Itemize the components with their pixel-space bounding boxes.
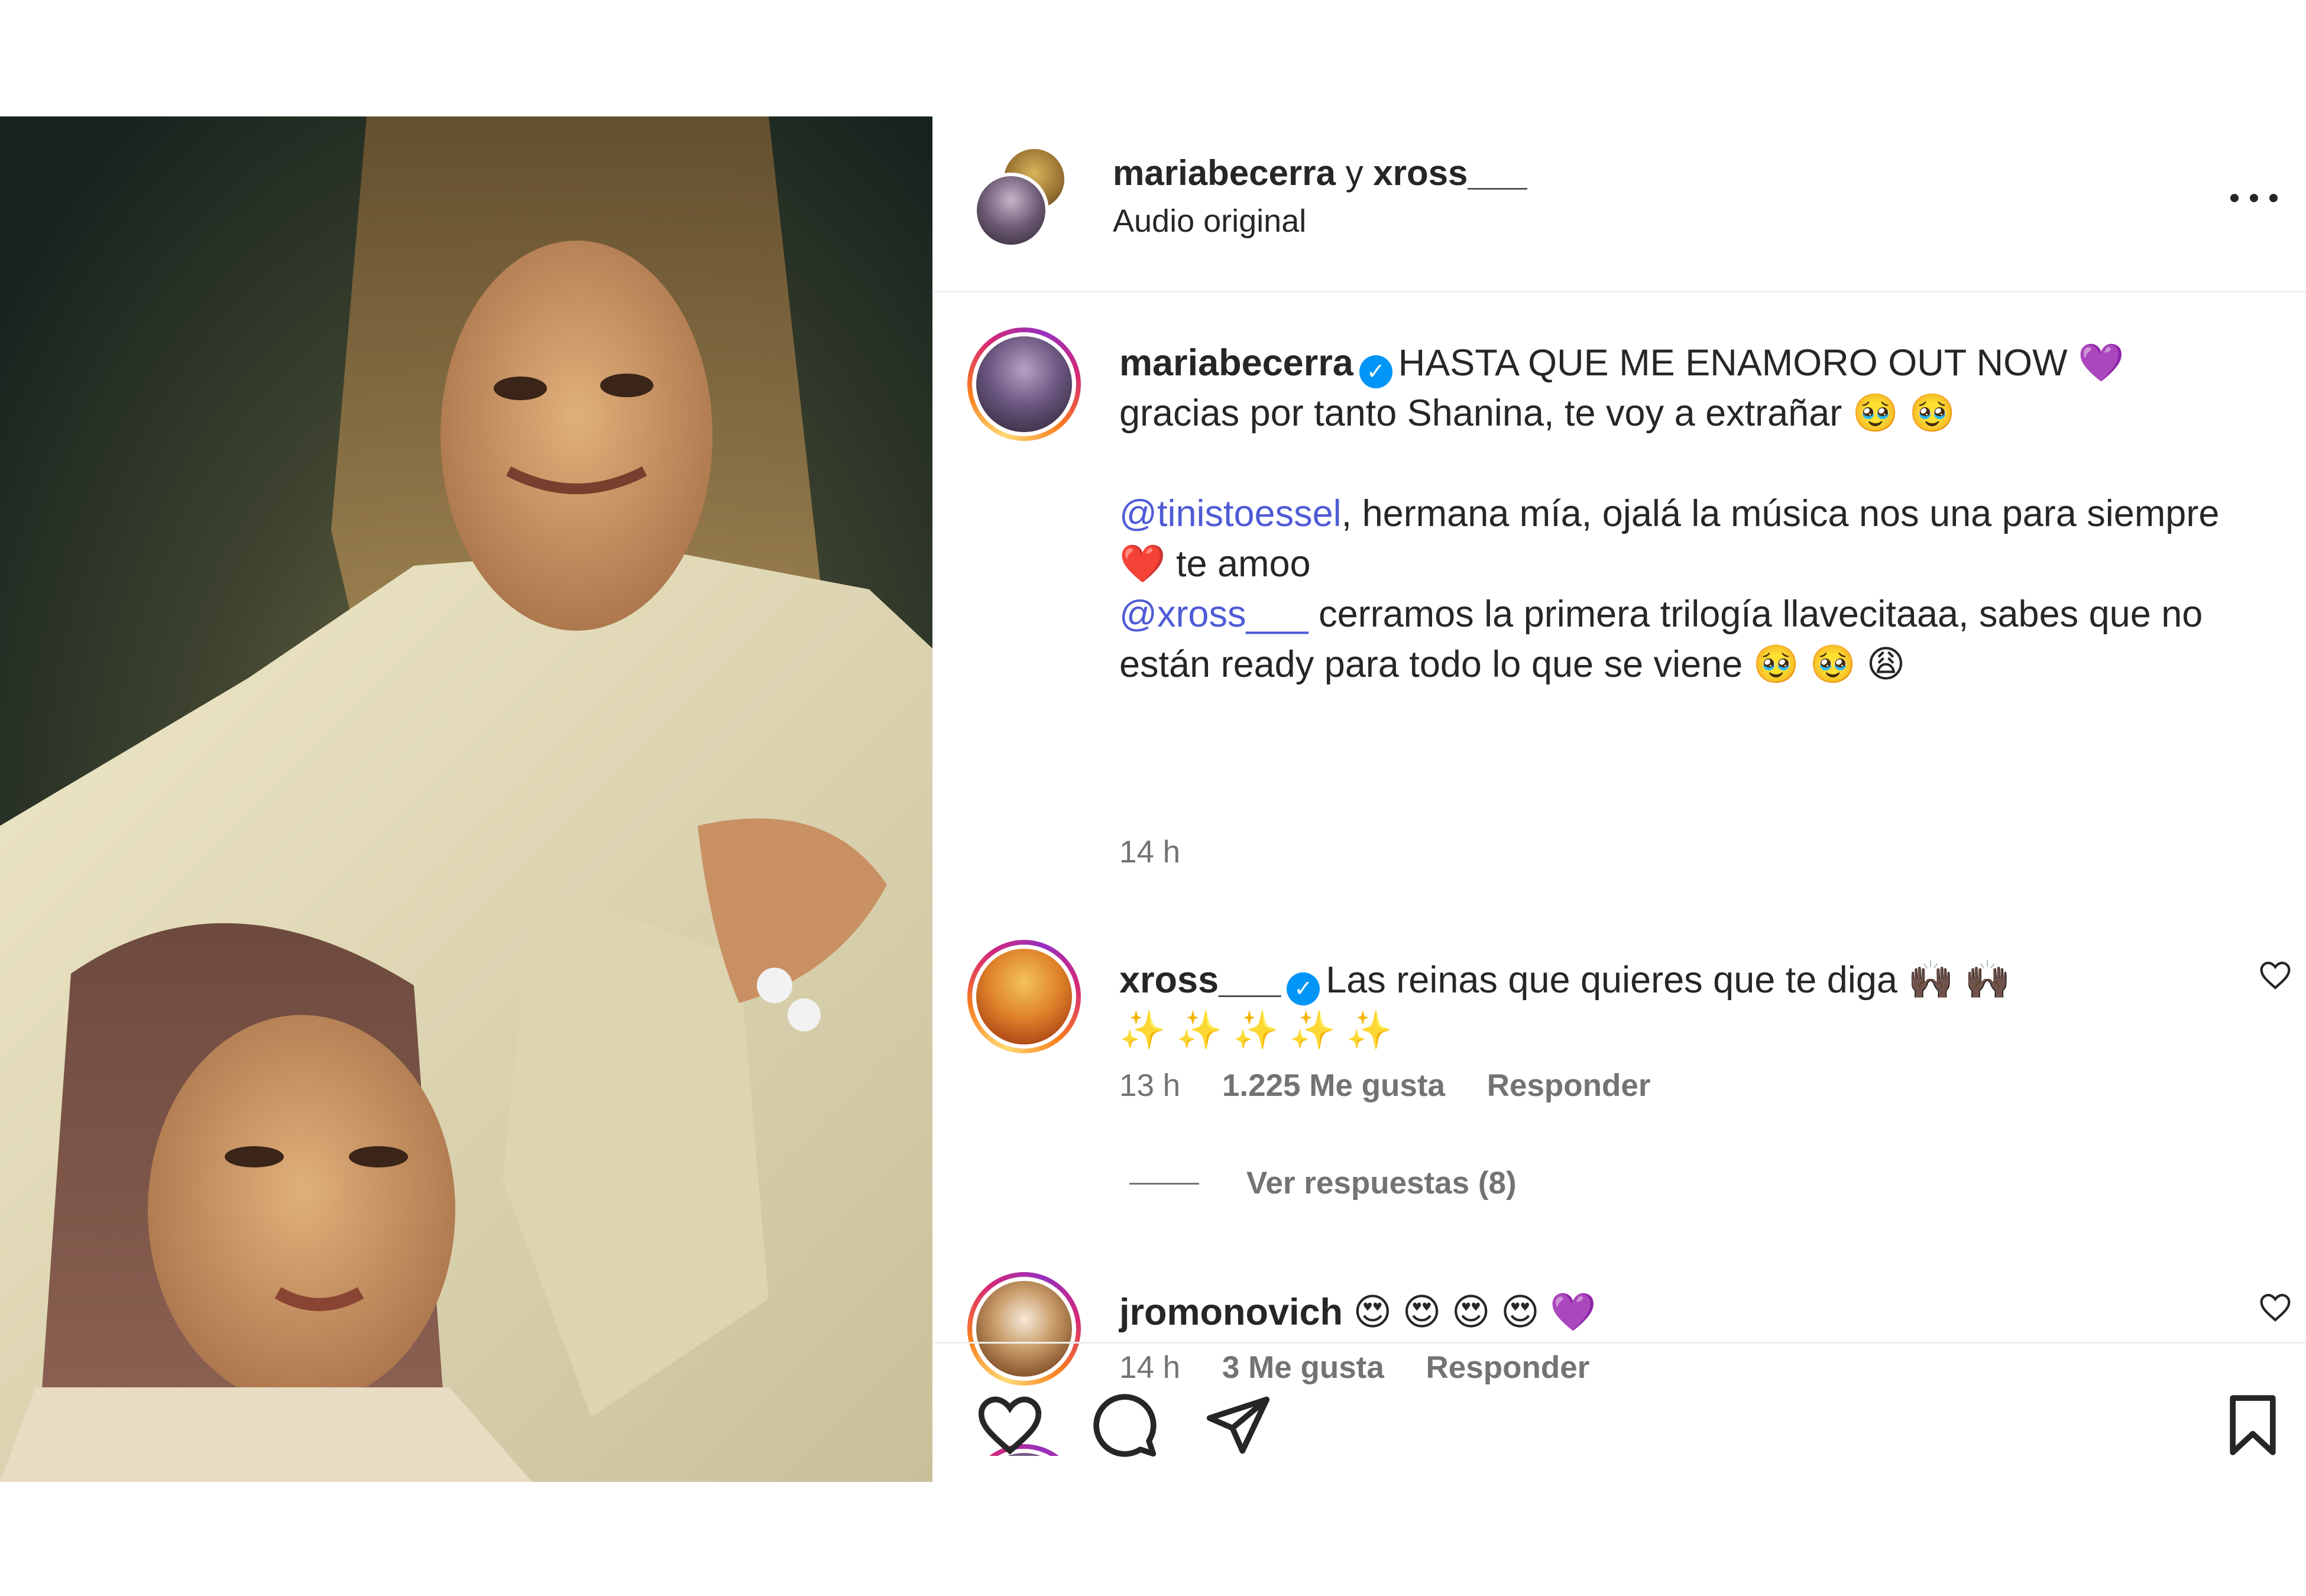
caption-line: ❤️ te amoo [1119, 543, 1311, 585]
comment-username[interactable]: jromonovich [1119, 1292, 1343, 1333]
more-horizontal-icon[interactable] [2230, 186, 2278, 210]
verified-badge-icon: ✓ [1359, 355, 1392, 388]
comment-like-heart-icon[interactable] [2258, 1291, 2293, 1324]
comment-likes[interactable]: 1.225 Me gusta [1222, 1068, 1445, 1103]
post-header: mariabecerra y xross___ Audio original [934, 116, 2306, 293]
caption-username[interactable]: mariabecerra [1119, 342, 1353, 384]
bookmark-icon[interactable] [2218, 1391, 2287, 1459]
post-video[interactable] [0, 116, 932, 1482]
caption-avatar[interactable] [967, 327, 1081, 441]
caption-line: cerramos la primera trilogía llavecitaaa… [1308, 593, 2203, 635]
caption-line: están ready para todo lo que se viene 🥹 … [1119, 644, 1906, 685]
author-connector: y [1345, 153, 1363, 193]
replies-line [1129, 1182, 1199, 1185]
view-replies-button[interactable]: Ver respuestas (8) [1129, 1164, 1517, 1202]
post-authors: mariabecerra y xross___ [1113, 152, 1527, 194]
caption-line: , hermana mía, ojalá la música nos una p… [1341, 493, 2220, 534]
comment-meta: 13 h 1.225 Me gusta Responder [1119, 1067, 1651, 1105]
mention-xross[interactable]: @xross___ [1119, 593, 1309, 635]
comment-username[interactable]: xross___ [1119, 959, 1281, 1001]
view-replies-label: Ver respuestas (8) [1246, 1166, 1517, 1201]
comments-list[interactable]: mariabecerra ✓ HASTA QUE ME ENAMORO OUT NO… [934, 294, 2306, 1456]
caption-time[interactable]: 14 h [1119, 835, 1180, 870]
comment-body: 😍 😍 😍 😍 💜 [1353, 1292, 1596, 1333]
comment-avatar[interactable] [967, 940, 1081, 1053]
comment-body: Las reinas que quieres que te diga 🙌🏿 🙌🏿 [1326, 959, 2011, 1001]
comment-text: jromonovich 😍 😍 😍 😍 💜 [1119, 1287, 2255, 1338]
comment-text: xross___ ✓ Las reinas que quieres que te d… [1119, 955, 2255, 1056]
action-bar [934, 1342, 2306, 1482]
reply-button[interactable]: Responder [1487, 1068, 1651, 1103]
caption-text: mariabecerra ✓ HASTA QUE ME ENAMORO OUT NO… [1119, 338, 2255, 690]
audio-original-link[interactable]: Audio original [1113, 202, 1306, 240]
post-media-illustration [0, 116, 932, 1482]
avatar-mariabecerra[interactable] [973, 173, 1049, 248]
mention-tinistoessel[interactable]: @tinistoessel [1119, 493, 1342, 534]
author-link-mariabecerra[interactable]: mariabecerra [1113, 153, 1336, 193]
caption-line: HASTA QUE ME ENAMORO OUT NOW 💜 [1398, 342, 2124, 384]
heart-icon[interactable] [976, 1391, 1044, 1459]
comment-like-heart-icon[interactable] [2258, 959, 2293, 992]
comment-time[interactable]: 13 h [1119, 1068, 1180, 1103]
verified-badge-icon: ✓ [1287, 972, 1320, 1005]
instagram-post: mariabecerra y xross___ Audio original m… [0, 116, 2306, 1482]
caption-line: gracias por tanto Shanina, te voy a extr… [1119, 392, 1956, 434]
post-panel: mariabecerra y xross___ Audio original m… [934, 116, 2306, 1482]
comment-body: ✨ ✨ ✨ ✨ ✨ [1119, 1010, 1393, 1051]
author-link-xross[interactable]: xross___ [1373, 153, 1527, 193]
caption-meta: 14 h [1119, 833, 1180, 871]
send-icon[interactable] [1204, 1391, 1272, 1459]
comment-icon[interactable] [1090, 1391, 1159, 1459]
